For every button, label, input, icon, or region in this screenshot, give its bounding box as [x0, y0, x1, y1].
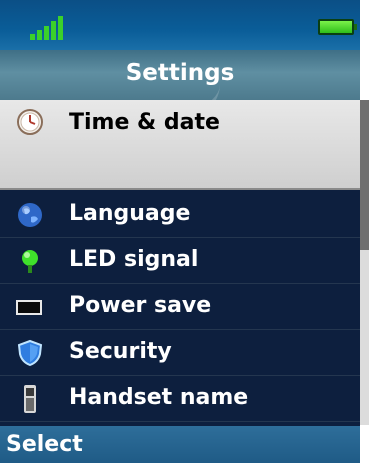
menu-item-label: Time & date: [69, 110, 220, 135]
menu-item-label: Power save: [69, 293, 212, 318]
scrollbar-thumb[interactable]: [360, 100, 369, 250]
battery-full-icon: [318, 19, 357, 35]
globe-icon: [18, 203, 42, 227]
menu-item-label: Language: [69, 201, 191, 226]
signal-strength-icon: [30, 16, 63, 40]
page-title: Settings: [125, 60, 235, 86]
menu-item-label: Handset name: [69, 385, 249, 410]
menu-item-power-save[interactable]: Power save: [0, 284, 360, 330]
settings-menu-list: Time & date Language LED signal Power sa…: [0, 100, 360, 426]
display-icon: [16, 300, 42, 315]
menu-item-label: LED signal: [69, 247, 199, 272]
led-bulb-icon: [22, 250, 38, 273]
menu-item-handset-name[interactable]: Handset name: [0, 376, 360, 422]
status-bar: [0, 0, 360, 50]
title-bar: Settings: [0, 50, 360, 100]
shield-icon: [17, 339, 43, 367]
handset-icon: [24, 385, 36, 413]
menu-item-label: Security: [69, 339, 172, 364]
select-softkey[interactable]: Select: [6, 432, 83, 457]
softkey-bar: Select: [0, 426, 360, 463]
menu-item-led-signal[interactable]: LED signal: [0, 238, 360, 284]
menu-item-time-date[interactable]: Time & date: [0, 100, 360, 190]
clock-icon: [17, 109, 43, 135]
menu-item-security[interactable]: Security: [0, 330, 360, 376]
menu-item-language[interactable]: Language: [0, 192, 360, 238]
phone-screen: Settings Time & date Language LED signal…: [0, 0, 360, 463]
scrollbar[interactable]: [360, 100, 369, 425]
